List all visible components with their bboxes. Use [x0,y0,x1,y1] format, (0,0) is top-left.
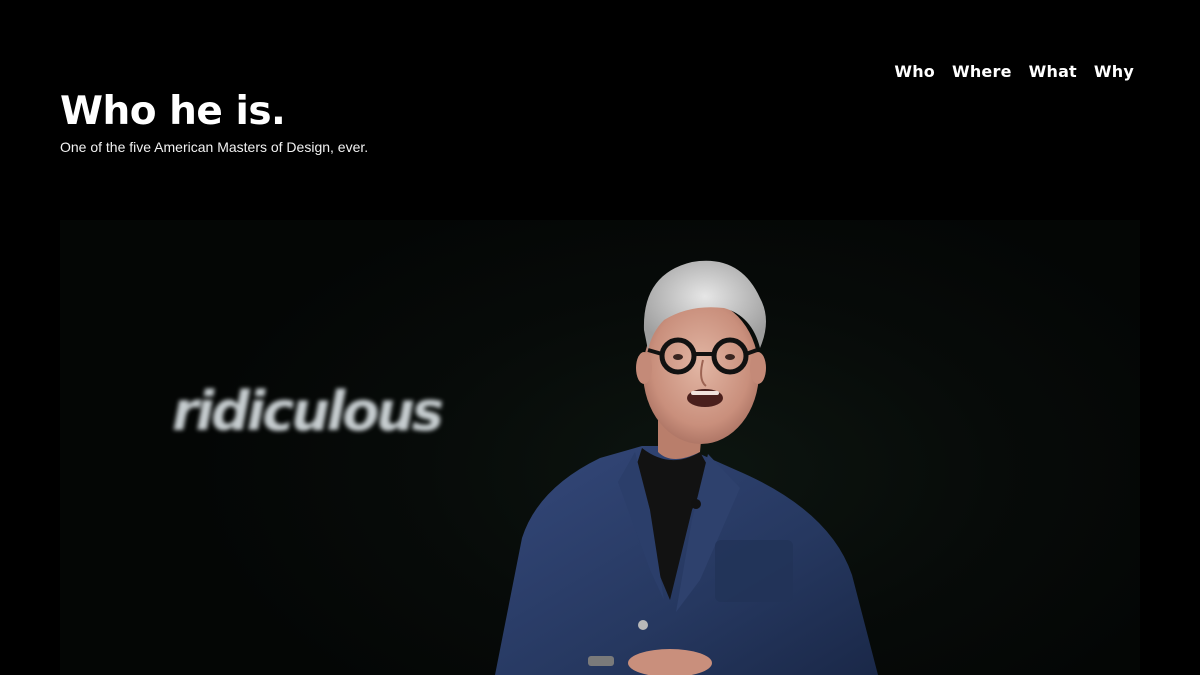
nav-link-where[interactable]: Where [952,62,1012,81]
page-subtitle: One of the five American Masters of Desi… [60,139,369,155]
nav-link-who[interactable]: Who [894,62,935,81]
hero-photo: ridiculous [60,220,1140,675]
top-nav: Who Where What Why [894,62,1134,81]
speaker-figure [495,260,878,675]
nav-link-what[interactable]: What [1029,62,1077,81]
page-title: Who he is. [60,89,286,134]
nav-link-why[interactable]: Why [1094,62,1134,81]
slide-text: ridiculous [172,380,444,443]
